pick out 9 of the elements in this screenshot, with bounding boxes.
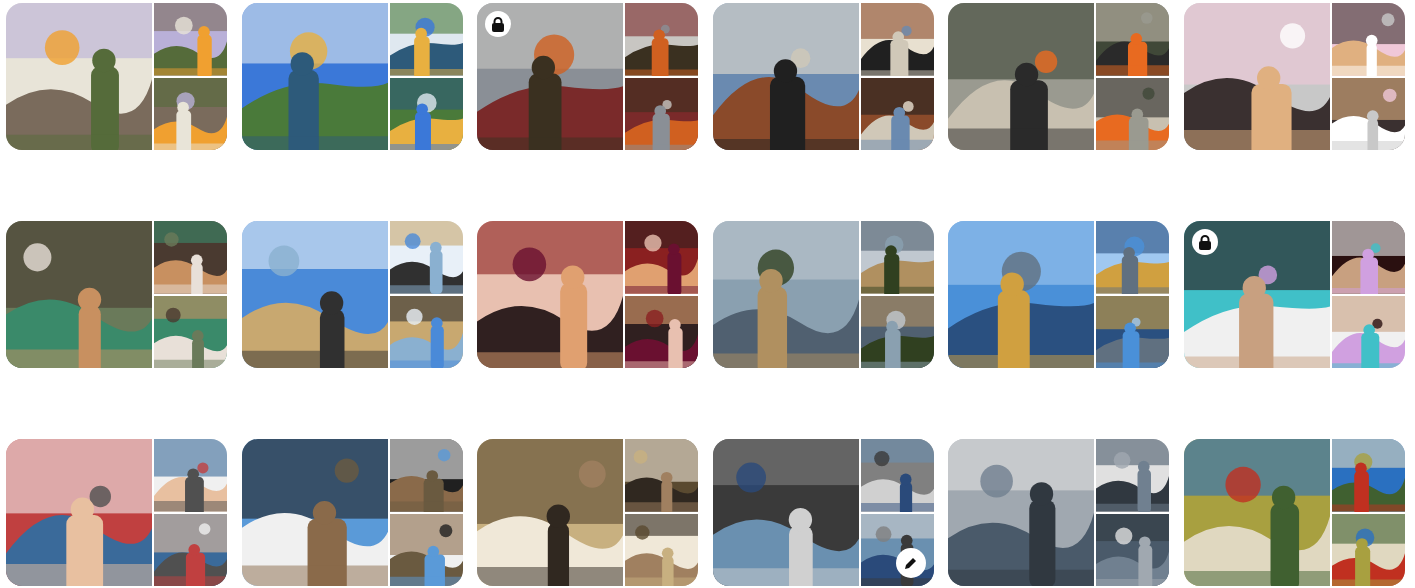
board-card[interactable] xyxy=(948,439,1169,586)
board-card[interactable] xyxy=(6,439,227,586)
board-card[interactable] xyxy=(477,221,698,368)
board-card[interactable] xyxy=(477,439,698,586)
board-card[interactable] xyxy=(948,3,1169,150)
board-card[interactable] xyxy=(477,3,698,150)
board-card[interactable] xyxy=(6,221,227,368)
lock-icon xyxy=(491,16,505,32)
pencil-icon xyxy=(903,556,918,570)
